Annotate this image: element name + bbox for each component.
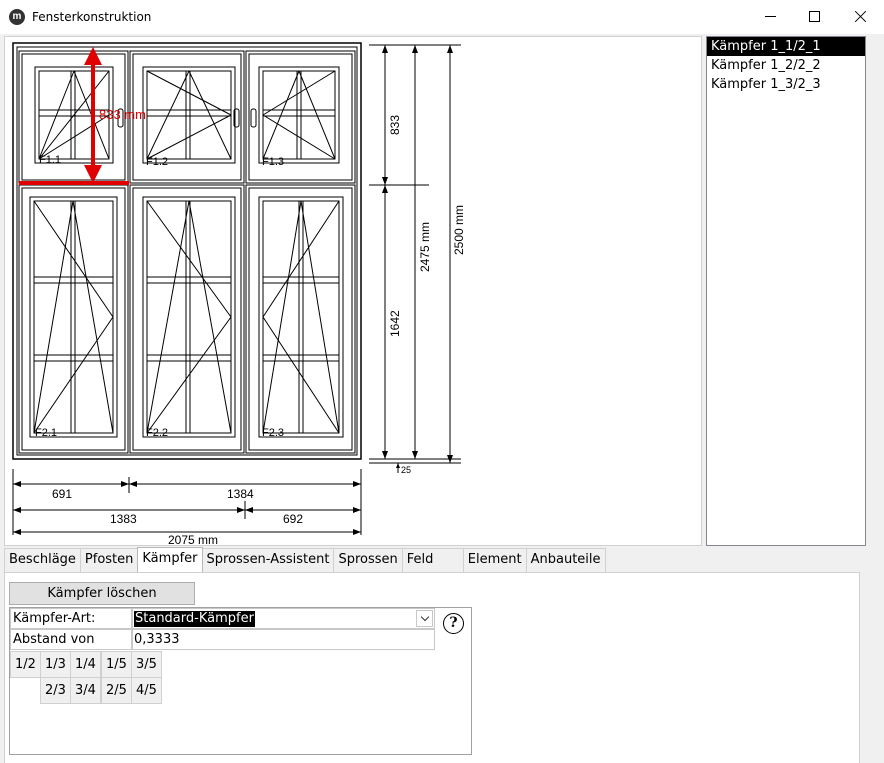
fraction-button[interactable]: 2/5 xyxy=(101,677,132,704)
fraction-button[interactable]: 2/3 xyxy=(40,677,71,704)
tab-pfosten[interactable]: Pfosten xyxy=(79,548,139,572)
tab-feld[interactable]: Feld xyxy=(401,548,464,572)
tab-anbauteile[interactable]: Anbauteile xyxy=(525,548,606,572)
kaempfer-art-value: Standard-Kämpfer xyxy=(134,611,255,627)
abstand-input[interactable]: 0,3333 xyxy=(132,629,435,650)
dimension-label: 1383 xyxy=(110,512,137,526)
dimension-label: 692 xyxy=(283,512,303,526)
sash-label: F2.2 xyxy=(146,427,168,439)
fraction-button[interactable]: 1/3 xyxy=(40,651,71,678)
dimension-label: 1384 xyxy=(227,487,254,501)
sash-label: F1.3 xyxy=(262,156,284,168)
kaempfer-panel: Kämpfer löschen Kämpfer-Art: Standard-Kä… xyxy=(4,572,860,763)
tab-kaempfer[interactable]: Kämpfer xyxy=(137,547,203,572)
tab-sprossen-assistent[interactable]: Sprossen-Assistent xyxy=(201,548,335,572)
list-item[interactable]: Kämpfer 1_2/2_2 xyxy=(707,56,865,75)
sash-label: F1.1 xyxy=(39,154,61,166)
sash-label: F2.1 xyxy=(35,427,57,439)
dimension-label: 2500 mm xyxy=(452,205,466,255)
tab-beschlaege[interactable]: Beschläge xyxy=(4,548,81,572)
app-icon: m xyxy=(9,9,25,25)
dimension-label: 25 xyxy=(401,465,411,475)
maximize-icon xyxy=(808,10,820,22)
tab-bar: Beschläge Pfosten Kämpfer Sprossen-Assis… xyxy=(4,547,606,572)
window-drawing: 833 mm F1.1 F1.2 F1.3 F2.1 F2.2 F2.3 833… xyxy=(12,42,466,547)
kaempfer-art-select[interactable]: Standard-Kämpfer xyxy=(132,608,435,629)
list-item[interactable]: Kämpfer 1_1/2_1 xyxy=(707,37,865,56)
fraction-button[interactable]: 1/4 xyxy=(70,651,101,678)
maximize-button[interactable] xyxy=(791,0,837,32)
minimize-icon xyxy=(764,15,776,17)
fraction-button[interactable]: 1/2 xyxy=(10,651,41,678)
abstand-label: Abstand von Oben: xyxy=(10,629,132,666)
window-drawing-canvas[interactable]: 833 mm F1.1 F1.2 F1.3 F2.1 F2.2 F2.3 833… xyxy=(4,36,702,547)
fraction-button[interactable]: 3/5 xyxy=(131,651,162,678)
kaempfer-form: Kämpfer-Art: Standard-Kämpfer ? Abstand … xyxy=(9,607,472,755)
tab-element[interactable]: Element xyxy=(462,548,527,572)
sash-label: F1.2 xyxy=(146,156,168,168)
sash-label: F2.3 xyxy=(262,427,284,439)
fraction-button[interactable]: 4/5 xyxy=(131,677,162,704)
chevron-down-icon xyxy=(420,612,429,622)
close-icon xyxy=(854,10,867,23)
dimension-label: 833 xyxy=(388,115,402,135)
dropdown-button[interactable] xyxy=(416,610,433,627)
kaempfer-list[interactable]: Kämpfer 1_1/2_1 Kämpfer 1_2/2_2 Kämpfer … xyxy=(706,36,866,546)
scroll-region xyxy=(860,572,884,763)
fraction-button[interactable]: 3/4 xyxy=(70,677,101,704)
tab-sprossen[interactable]: Sprossen xyxy=(333,548,403,572)
help-button[interactable]: ? xyxy=(443,613,464,634)
title-bar: m Fensterkonstruktion xyxy=(0,0,884,34)
dimension-label: 2475 mm xyxy=(418,222,432,272)
close-button[interactable] xyxy=(837,0,883,32)
highlight-dimension-label: 833 mm xyxy=(99,107,146,122)
dimension-label: 1642 xyxy=(388,310,402,337)
minimize-button[interactable] xyxy=(747,0,793,32)
dimension-label: 2075 mm xyxy=(168,533,218,547)
list-item[interactable]: Kämpfer 1_3/2_3 xyxy=(707,75,865,94)
delete-kaempfer-button[interactable]: Kämpfer löschen xyxy=(9,582,195,605)
kaempfer-art-label: Kämpfer-Art: xyxy=(10,608,132,629)
window-title: Fensterkonstruktion xyxy=(32,10,152,24)
fraction-button[interactable]: 1/5 xyxy=(101,651,132,678)
dimension-label: 691 xyxy=(52,487,72,501)
